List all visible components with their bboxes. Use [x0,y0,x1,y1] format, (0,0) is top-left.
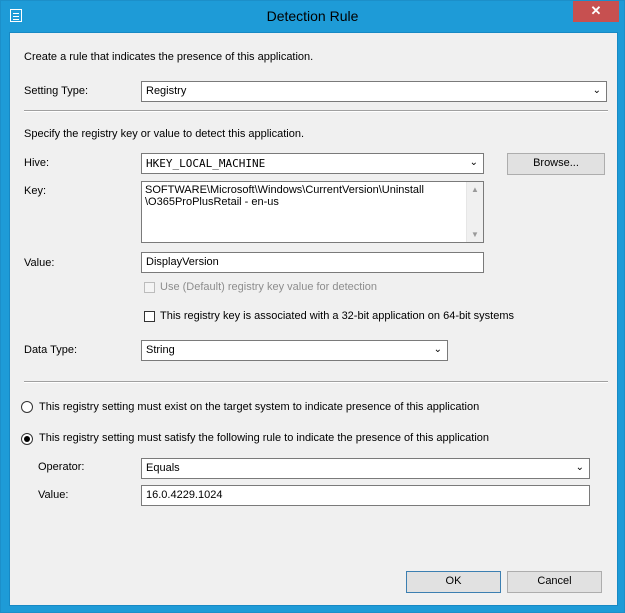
radio-must-exist-label: This registry setting must exist on the … [39,401,480,413]
use-default-label: Use (Default) registry key value for det… [160,281,378,293]
key-line-1: SOFTWARE\Microsoft\Windows\CurrentVersio… [145,184,424,196]
browse-button[interactable]: Browse... [507,153,605,175]
chevron-down-icon: ⌄ [592,85,601,96]
radio-satisfy-rule[interactable] [21,433,33,445]
rule-value-label: Value: [38,489,69,501]
dialog-body: Create a rule that indicates the presenc… [9,32,618,606]
window-title: Detection Rule [266,8,359,24]
key-line-2: \O365ProPlusRetail - en-us [145,196,279,208]
use-default-checkbox[interactable] [144,282,155,293]
key-label: Key: [24,185,47,197]
hive-dropdown[interactable]: HKEY_LOCAL_MACHINE ⌄ [141,153,484,174]
data-type-value: String [146,344,175,356]
intro-text: Create a rule that indicates the presenc… [24,51,314,63]
data-type-dropdown[interactable]: String ⌄ [141,340,448,361]
operator-label: Operator: [38,461,85,473]
dialog-window: Detection Rule ✕ Create a rule that indi… [0,0,625,613]
radio-must-exist[interactable] [21,401,33,413]
hive-value: HKEY_LOCAL_MACHINE [146,157,266,170]
operator-value: Equals [146,462,180,474]
setting-type-value: Registry [146,85,187,97]
setting-type-label: Setting Type: [24,85,89,97]
is-32bit-checkbox[interactable] [144,311,155,322]
scroll-up-icon[interactable]: ▲ [471,185,479,194]
close-button[interactable]: ✕ [573,1,619,22]
key-scrollbar[interactable]: ▲ ▼ [466,182,483,242]
scroll-down-icon[interactable]: ▼ [471,230,479,239]
data-type-label: Data Type: [24,344,77,356]
rule-value-input[interactable]: 16.0.4229.1024 [141,485,590,506]
operator-dropdown[interactable]: Equals ⌄ [141,458,590,479]
radio-selected-dot [24,436,30,442]
radio-satisfy-rule-label: This registry setting must satisfy the f… [39,432,490,444]
chevron-down-icon: ⌄ [433,344,442,355]
value-label: Value: [24,257,55,269]
chevron-down-icon: ⌄ [575,462,584,473]
setting-type-dropdown[interactable]: Registry ⌄ [141,81,607,102]
chevron-down-icon: ⌄ [469,157,478,168]
value-input[interactable]: DisplayVersion [141,252,484,273]
cancel-button[interactable]: Cancel [507,571,602,593]
ok-button[interactable]: OK [406,571,501,593]
title-bar[interactable]: Detection Rule ✕ [1,1,624,32]
key-textarea[interactable]: SOFTWARE\Microsoft\Windows\CurrentVersio… [141,181,484,243]
is-32bit-label: This registry key is associated with a 3… [160,310,514,322]
separator [24,381,608,383]
registry-intro-text: Specify the registry key or value to det… [24,128,305,140]
separator [24,110,608,112]
close-icon: ✕ [590,3,602,18]
hive-label: Hive: [24,157,50,169]
